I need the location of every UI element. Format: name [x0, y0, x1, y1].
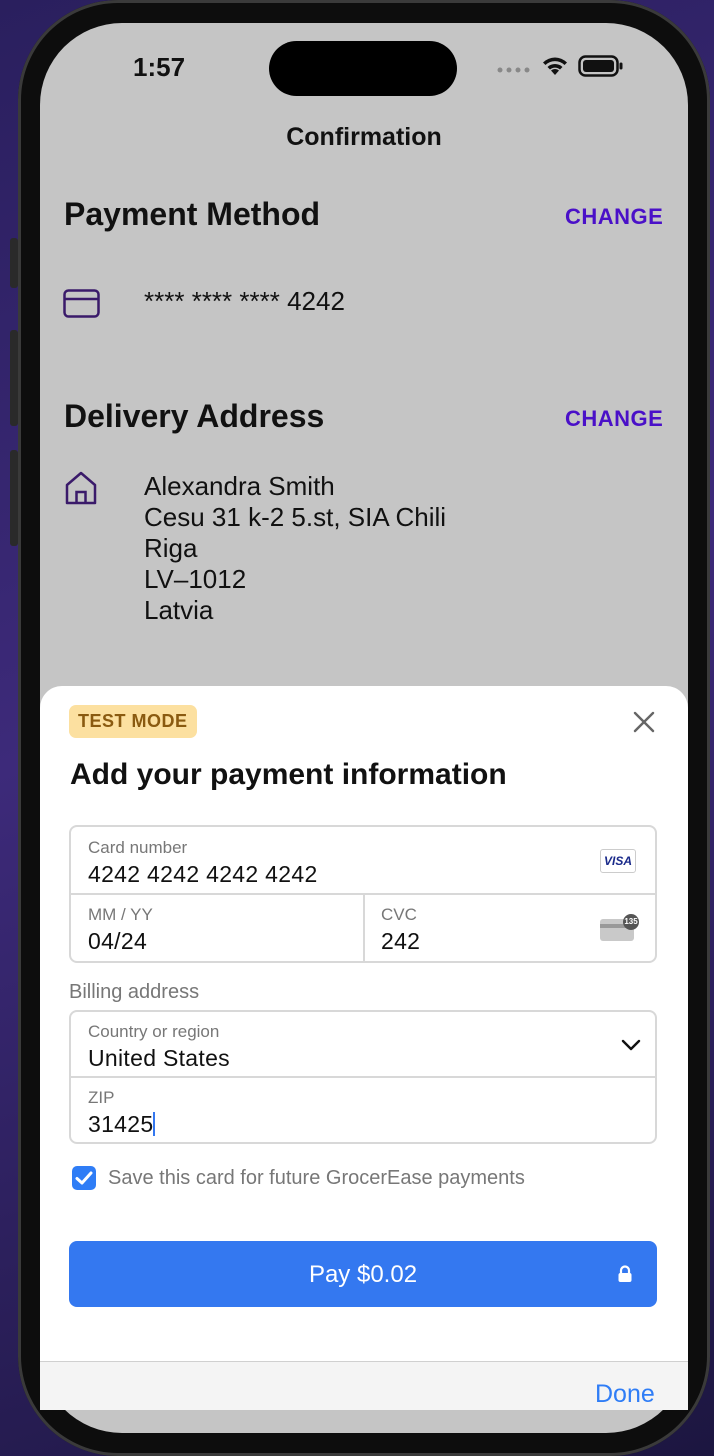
status-icons	[496, 54, 624, 83]
address-line: Riga	[144, 533, 198, 563]
country-label: Country or region	[88, 1022, 220, 1041]
zip-label: ZIP	[88, 1088, 115, 1107]
card-fields-group: Card number 4242 4242 4242 4242 VISA MM …	[69, 825, 657, 963]
visa-icon: VISA	[600, 849, 636, 873]
billing-address-label: Billing address	[69, 981, 200, 1003]
save-card-checkbox[interactable]	[72, 1166, 96, 1190]
cvc-label: CVC	[381, 905, 417, 924]
action-button	[10, 238, 18, 288]
cvc-value: 242	[381, 928, 421, 954]
text-cursor	[153, 1112, 156, 1136]
zip-value: 31425	[88, 1111, 156, 1137]
expiry-field[interactable]: MM / YY 04/24	[71, 895, 363, 961]
card-number-value: 4242 4242 4242 4242	[88, 861, 318, 887]
delivery-address-title: Delivery Address	[64, 398, 325, 434]
nav-title: Confirmation	[286, 123, 442, 151]
close-icon[interactable]	[632, 710, 656, 734]
volume-up-button	[10, 330, 18, 426]
expiry-value: 04/24	[88, 928, 148, 954]
status-time: 1:57	[133, 52, 186, 82]
expiry-label: MM / YY	[88, 905, 153, 924]
billing-fields-group: Country or region United States ZIP 3142…	[69, 1010, 657, 1144]
lock-icon	[617, 1265, 633, 1288]
address-line: Cesu 31 k-2 5.st, SIA Chili	[144, 502, 447, 532]
change-payment-button[interactable]: CHANGE	[565, 204, 663, 230]
keyboard-toolbar: Done	[40, 1361, 688, 1410]
home-icon	[64, 470, 98, 511]
card-number-field[interactable]: Card number 4242 4242 4242 4242 VISA	[71, 827, 655, 893]
done-button[interactable]: Done	[595, 1380, 655, 1409]
address-line: Alexandra Smith	[144, 471, 335, 501]
zip-field[interactable]: ZIP 31425	[71, 1078, 655, 1142]
payment-sheet: TEST MODE Add your payment information C…	[40, 686, 688, 1410]
address-line: Latvia	[144, 595, 214, 625]
save-card-label: Save this card for future GrocerEase pay…	[108, 1167, 525, 1189]
country-select[interactable]: Country or region United States	[71, 1012, 655, 1076]
sheet-title: Add your payment information	[70, 758, 507, 791]
address-block: Alexandra Smith Cesu 31 k-2 5.st, SIA Ch…	[144, 471, 446, 626]
dynamic-island	[269, 41, 457, 96]
signal-icon	[496, 60, 532, 78]
card-number-label: Card number	[88, 838, 188, 857]
pay-button[interactable]: Pay $0.02	[69, 1241, 657, 1307]
address-line: LV–1012	[144, 564, 247, 594]
cvc-card-icon: 135	[599, 913, 641, 948]
wifi-icon	[540, 55, 570, 82]
pay-button-label: Pay $0.02	[308, 1261, 418, 1288]
credit-card-icon	[63, 289, 100, 323]
payment-method-title: Payment Method	[64, 196, 321, 232]
checkmark-icon	[75, 1171, 93, 1185]
volume-down-button	[10, 450, 18, 546]
chevron-down-icon	[621, 1038, 641, 1057]
change-address-button[interactable]: CHANGE	[565, 406, 663, 432]
cvc-field[interactable]: CVC 242 135	[365, 895, 655, 961]
card-masked-number: **** **** **** 4242	[144, 286, 345, 316]
battery-icon	[578, 54, 624, 83]
country-value: United States	[88, 1045, 230, 1071]
test-mode-badge: TEST MODE	[69, 705, 197, 738]
